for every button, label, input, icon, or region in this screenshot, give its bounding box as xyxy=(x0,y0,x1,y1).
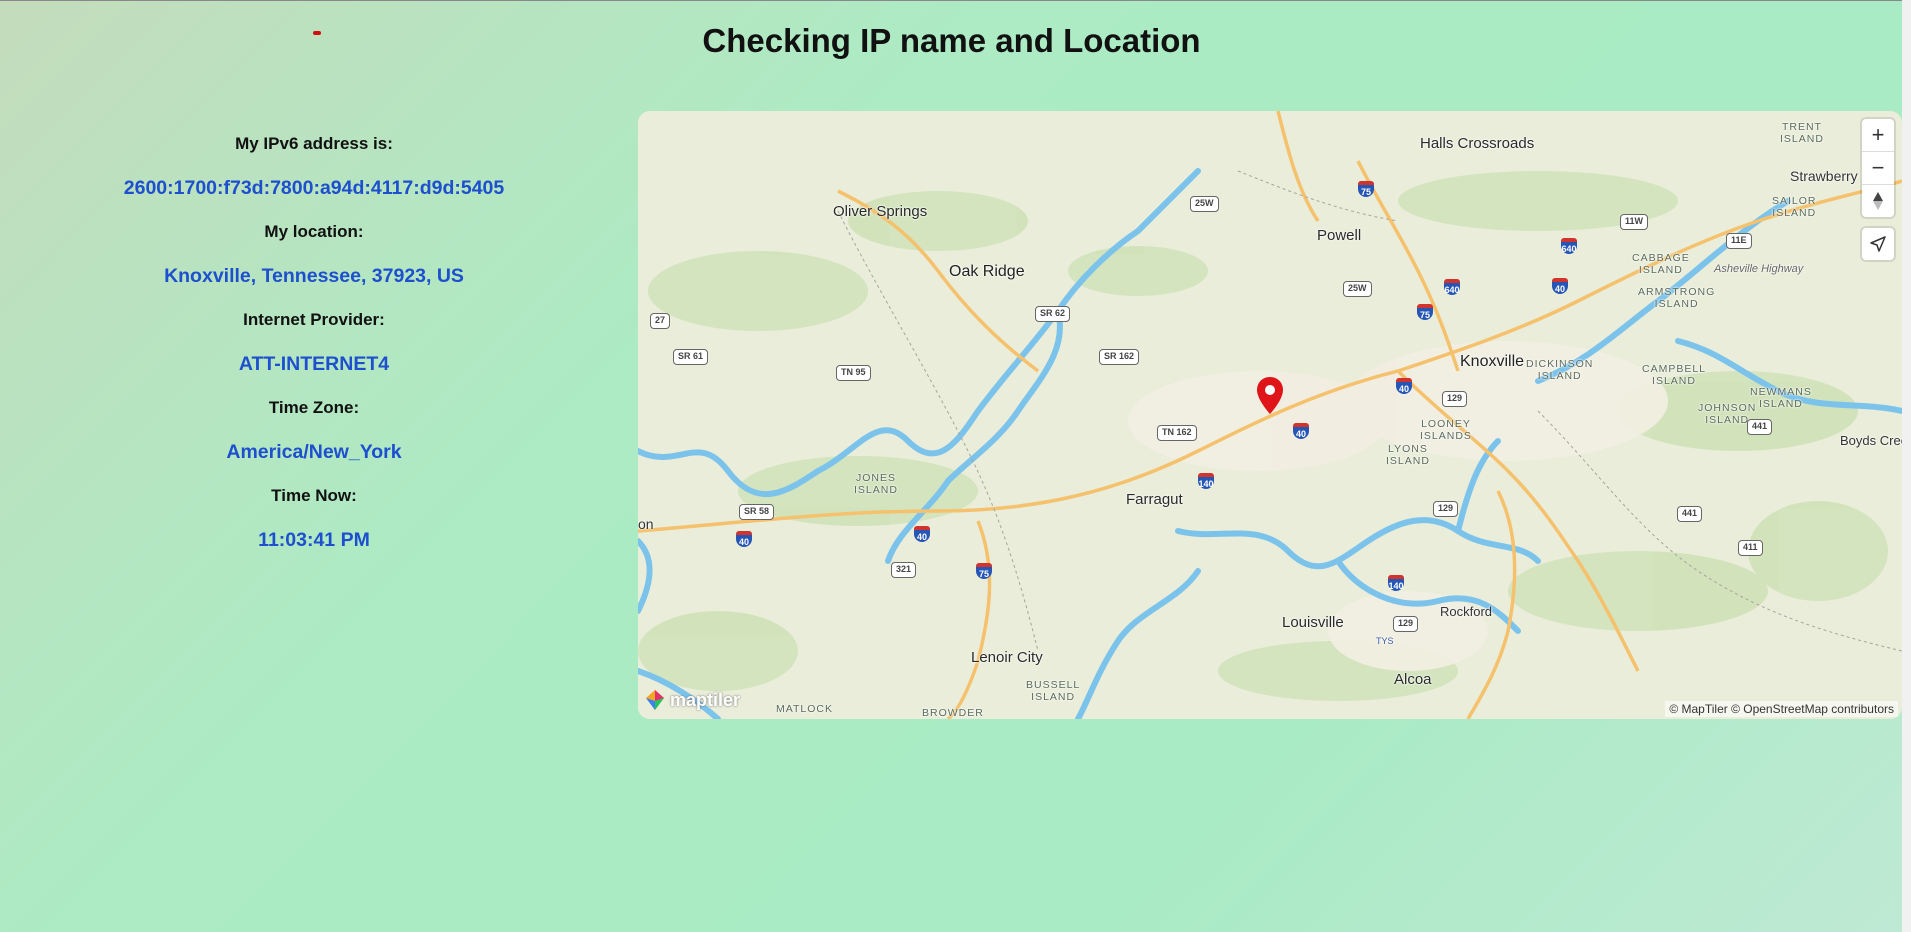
map-label-campbell-island: CAMPBELL ISLAND xyxy=(1642,363,1707,387)
timezone-value: America/New_York xyxy=(226,441,402,463)
zoom-out-button[interactable]: − xyxy=(1862,152,1894,185)
interstate-40-shield: 40 xyxy=(736,531,752,547)
us-441-shield: 441 xyxy=(1677,506,1703,522)
navigation-arrow-icon xyxy=(1870,236,1886,252)
us-11w-shield: 11W xyxy=(1620,214,1649,230)
map-label-matlock: MATLOCK xyxy=(776,703,833,715)
map-label-tys: TYS xyxy=(1376,636,1394,646)
timezone-label: Time Zone: xyxy=(268,398,360,417)
tn-162-shield: TN 162 xyxy=(1157,425,1197,441)
map-label-knoxville: Knoxville xyxy=(1460,353,1525,370)
location-label: My location: xyxy=(264,222,364,241)
sr-61-shield: SR 61 xyxy=(673,349,709,365)
map-attribution[interactable]: © MapTiler © OpenStreetMap contributors xyxy=(1665,701,1898,717)
us-129-shield: 129 xyxy=(1433,501,1459,517)
us-321-shield: 321 xyxy=(891,562,917,578)
location-value: Knoxville, Tennessee, 37923, US xyxy=(164,265,464,287)
map-zoom-controls: + − xyxy=(1862,119,1894,217)
us-411-shield: 411 xyxy=(1738,540,1763,556)
map-label-sailor-island: SAILOR ISLAND xyxy=(1772,195,1817,219)
sr-62-shield: SR 62 xyxy=(1035,306,1071,322)
interstate-640-shield: 640 xyxy=(1444,279,1460,295)
maptiler-logo[interactable]: maptiler xyxy=(644,689,740,711)
interstate-140-shield: 140 xyxy=(1388,575,1404,591)
interstate-75-shield: 75 xyxy=(1417,304,1433,320)
sr-58-shield: SR 58 xyxy=(739,504,775,520)
map-label-halls-crossroads: Halls Crossroads xyxy=(1420,135,1535,152)
map-label-bussell-island: BUSSELL ISLAND xyxy=(1026,679,1081,703)
time-label: Time Now: xyxy=(271,486,357,505)
location-marker-icon[interactable] xyxy=(1255,376,1285,416)
interstate-140-shield: 140 xyxy=(1198,473,1214,489)
compass-icon xyxy=(1873,192,1883,210)
map-label-cabbage-island: CABBAGE ISLAND xyxy=(1632,252,1690,276)
map-label-trent-island: TRENT ISLAND xyxy=(1780,121,1824,145)
map-label-strawberry: Strawberry P xyxy=(1790,168,1871,184)
ipv6-value: 2600:1700:f73d:7800:a94d:4117:d9d:5405 xyxy=(123,177,505,199)
map-label-newmans-island: NEWMANS ISLAND xyxy=(1750,386,1812,410)
page-title: Checking IP name and Location xyxy=(702,22,1201,59)
map-label-alcoa: Alcoa xyxy=(1394,671,1432,688)
interstate-640-shield: 640 xyxy=(1561,238,1577,254)
us-129-shield: 129 xyxy=(1393,616,1419,632)
map-label-browder: BROWDER xyxy=(922,707,984,719)
maptiler-logo-text: maptiler xyxy=(670,689,741,710)
map-label-armstrong-island: ARMSTRONG ISLAND xyxy=(1638,286,1716,310)
ipv6-label: My IPv6 address is: xyxy=(235,134,393,153)
map-label-oak-ridge: Oak Ridge xyxy=(949,263,1025,280)
interstate-40-shield: 40 xyxy=(914,526,930,542)
map-label-asheville-highway: Asheville Highway xyxy=(1714,263,1804,275)
window-top-border xyxy=(0,0,1911,1)
provider-value: ATT-INTERNET4 xyxy=(238,353,390,375)
map-label-on: on xyxy=(638,516,654,532)
us-441-shield: 441 xyxy=(1747,419,1773,435)
map-label-rockford: Rockford xyxy=(1440,604,1493,619)
map-label-oliver-springs: Oliver Springs xyxy=(833,203,928,220)
sr-162-shield: SR 162 xyxy=(1099,349,1140,365)
interstate-40-shield: 40 xyxy=(1396,378,1412,394)
us-129-shield: 129 xyxy=(1442,391,1468,407)
us-25w-shield: 25W xyxy=(1190,196,1219,212)
map-label-dickinson-island: DICKINSON ISLAND xyxy=(1526,358,1594,382)
time-value: 11:03:41 PM xyxy=(258,529,370,551)
map-label-jones-island: JONES ISLAND xyxy=(854,472,898,496)
compass-button[interactable] xyxy=(1862,185,1894,217)
map-label-farragut: Farragut xyxy=(1126,491,1183,508)
maptiler-logo-icon xyxy=(646,690,664,710)
interstate-75-shield: 75 xyxy=(976,563,992,579)
interstate-40-shield: 40 xyxy=(1552,278,1568,294)
tn-95-shield: TN 95 xyxy=(836,365,871,381)
map-label-powell: Powell xyxy=(1317,227,1362,244)
info-panel: My IPv6 address is: 2600:1700:f73d:7800:… xyxy=(0,128,628,568)
interstate-40-shield: 40 xyxy=(1293,423,1309,439)
us-27-shield: 27 xyxy=(650,313,671,329)
geolocate-button[interactable] xyxy=(1862,228,1894,260)
us-11e-shield: 11E xyxy=(1726,233,1752,249)
interstate-75-shield: 75 xyxy=(1358,181,1374,197)
provider-label: Internet Provider: xyxy=(243,310,385,329)
us-25w-shield: 25W xyxy=(1343,281,1372,297)
map-label-looney-islands: LOONEY ISLANDS xyxy=(1420,418,1472,442)
map-label-louisville: Louisville xyxy=(1282,614,1344,631)
map-label-lyons-island: LYONS ISLAND xyxy=(1386,443,1430,467)
map-label-boyds-creek: Boyds Creek xyxy=(1840,433,1902,448)
map-view[interactable]: Halls Crossroads Oliver Springs Oak Ridg… xyxy=(638,111,1902,719)
page-scrollbar[interactable] xyxy=(1902,0,1911,932)
map-label-lenoir-city: Lenoir City xyxy=(971,649,1043,666)
zoom-in-button[interactable]: + xyxy=(1862,119,1894,152)
